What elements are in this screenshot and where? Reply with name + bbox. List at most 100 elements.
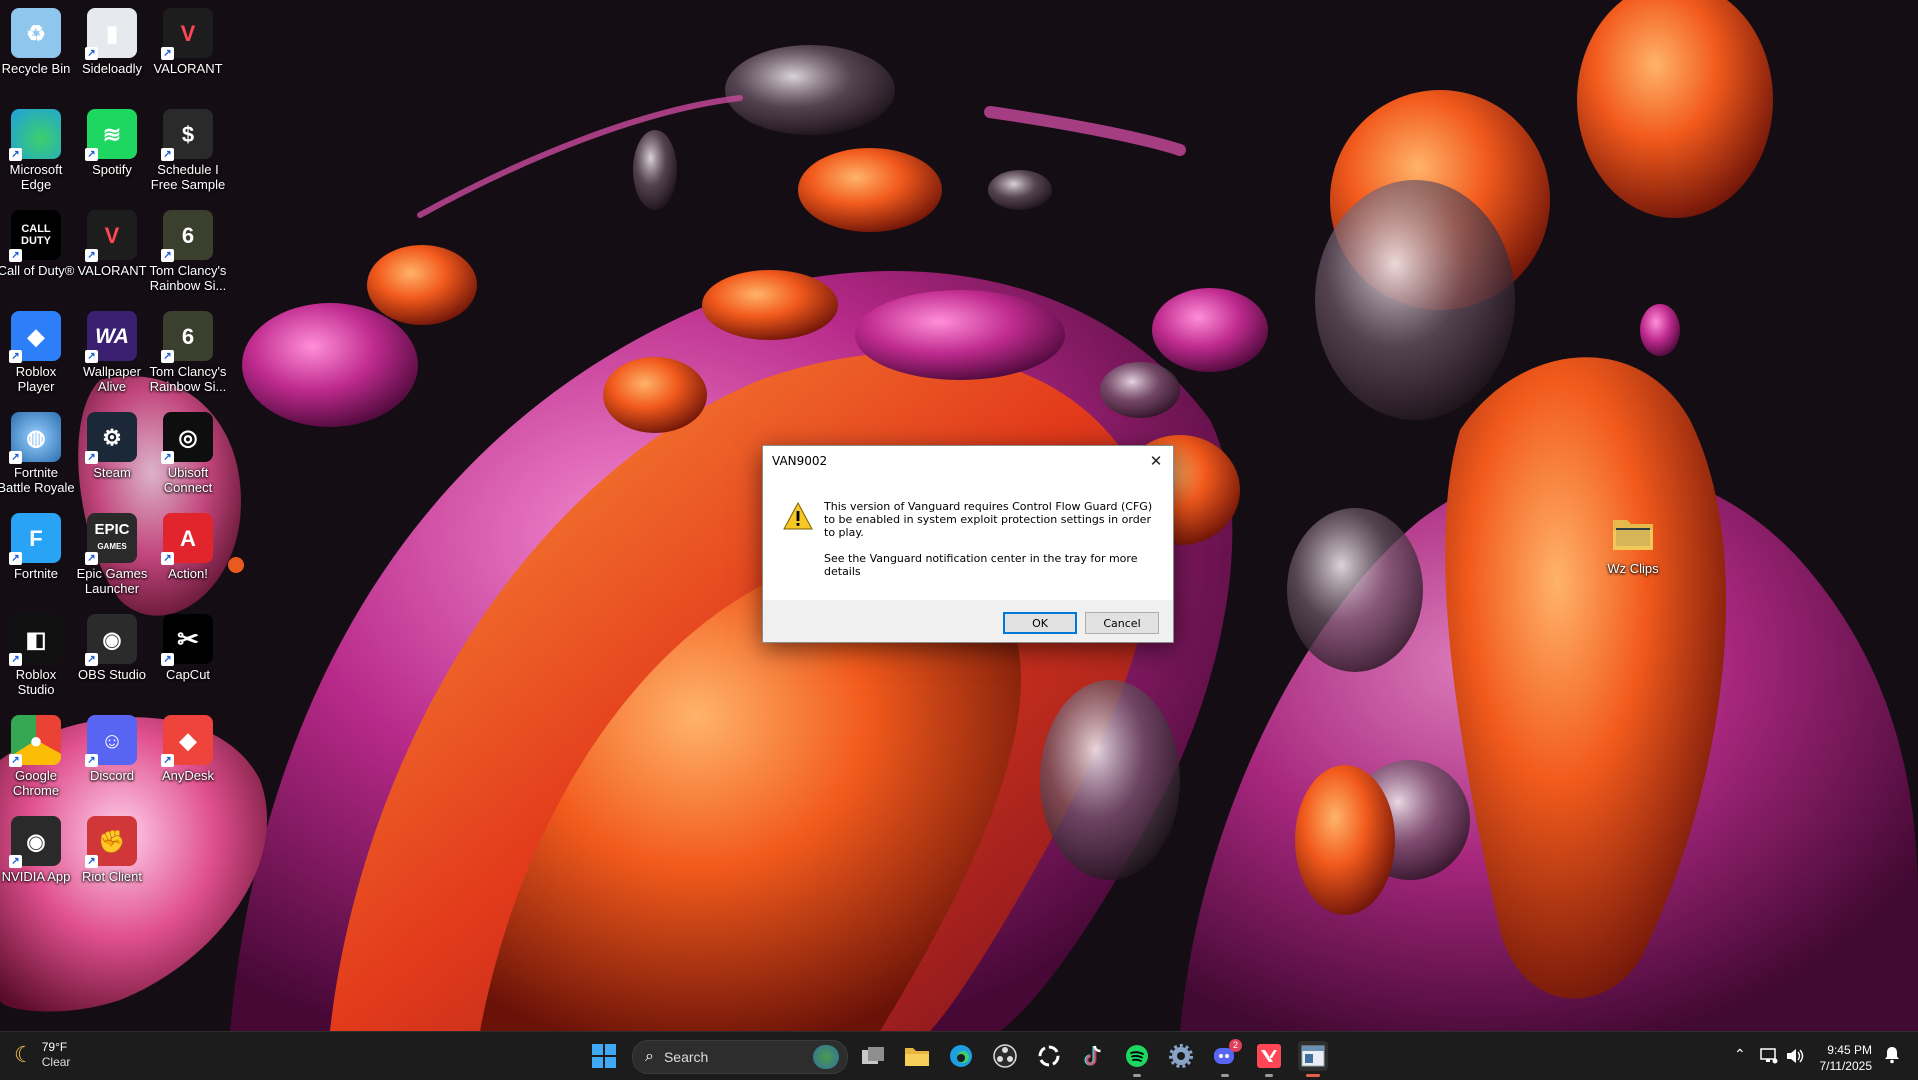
fortnite-br-icon: ◍ ↗ — [9, 412, 61, 464]
spotify-icon: ≋ ↗ — [85, 109, 137, 161]
shortcut-arrow-icon: ↗ — [85, 754, 98, 767]
desktop-icon-riot-client[interactable]: ✊ ↗ Riot Client — [73, 816, 151, 884]
task-view-icon — [862, 1047, 884, 1064]
sideloadly-icon: ▮ ↗ — [85, 8, 137, 60]
desktop-icon-schedule-i[interactable]: $ ↗ Schedule I Free Sample — [149, 109, 227, 192]
volume-icon[interactable] — [1786, 1048, 1804, 1064]
recycle-bin-icon: ♻ — [11, 8, 61, 58]
desktop-icon-call-of-duty[interactable]: CALL DUTY ↗ Call of Duty® — [0, 210, 75, 278]
taskbar-clock[interactable]: 9:45 PM 7/11/2025 — [1818, 1042, 1873, 1074]
taskbar-tiktok[interactable] — [1078, 1041, 1108, 1071]
folder-icon — [1608, 508, 1658, 558]
taskbar-discord[interactable]: 2 — [1210, 1039, 1242, 1077]
discord-icon: ☺ ↗ — [85, 715, 137, 767]
clock-date: 7/11/2025 — [1819, 1059, 1873, 1073]
shortcut-arrow-icon: ↗ — [161, 451, 174, 464]
notification-bell-icon[interactable] — [1884, 1046, 1900, 1064]
desktop-icon-capcut[interactable]: ✂ ↗ CapCut — [149, 614, 227, 682]
shortcut-arrow-icon: ↗ — [85, 350, 98, 363]
desktop-icon-rainbow-six[interactable]: 6 ↗ Tom Clancy's Rainbow Si... — [149, 210, 227, 293]
desktop-icon-roblox-studio[interactable]: ◧ ↗ Roblox Studio — [0, 614, 75, 697]
rainbow-six-icon: 6 ↗ — [161, 210, 213, 262]
desktop-icon-label: Ubisoft Connect — [163, 465, 213, 495]
shortcut-arrow-icon: ↗ — [161, 249, 174, 262]
shortcut-arrow-icon: ↗ — [9, 552, 22, 565]
active-indicator — [1306, 1074, 1320, 1077]
weather-condition: Clear — [41, 1055, 71, 1069]
taskbar-edge[interactable] — [946, 1041, 976, 1071]
desktop-icon-label: Tom Clancy's Rainbow Si... — [149, 263, 227, 293]
start-button[interactable] — [592, 1044, 616, 1068]
vanguard-error-dialog: VAN9002 ✕ This version of Vanguard requi… — [762, 445, 1174, 643]
gear-icon — [1169, 1044, 1193, 1068]
desktop-icon-obs[interactable]: ◉ ↗ OBS Studio — [73, 614, 151, 682]
taskbar-obs[interactable] — [990, 1041, 1020, 1071]
cancel-button[interactable]: Cancel — [1085, 612, 1159, 634]
weather-temperature: 79°F — [41, 1040, 68, 1054]
desktop-icon-label: Discord — [89, 768, 135, 783]
desktop-icon-anydesk[interactable]: ◆ ↗ AnyDesk — [149, 715, 227, 783]
ok-button[interactable]: OK — [1003, 612, 1077, 634]
edge-icon — [950, 1045, 972, 1067]
moon-icon: ☾ — [14, 1042, 34, 1067]
desktop-icon-label: VALORANT — [77, 263, 147, 278]
desktop-icon-sideloadly[interactable]: ▮ ↗ Sideloadly — [73, 8, 151, 76]
dialog-message-secondary: See the Vanguard notification center in … — [824, 552, 1138, 578]
desktop-icon-valorant[interactable]: V ↗ VALORANT — [73, 210, 151, 278]
desktop-icon-edge[interactable]: ↗ Microsoft Edge — [0, 109, 75, 192]
desktop-icon-steam[interactable]: ⚙ ↗ Steam — [73, 412, 151, 480]
desktop-icon-label: Roblox Player — [15, 364, 57, 394]
taskbar-file-explorer[interactable] — [902, 1041, 932, 1071]
desktop-icon-wallpaper-alive[interactable]: WA ↗ Wallpaper Alive — [73, 311, 151, 394]
desktop-icon-label: Action! — [168, 566, 208, 581]
call-of-duty-icon: CALL DUTY ↗ — [9, 210, 61, 262]
ubisoft-icon: ◎ ↗ — [161, 412, 213, 464]
desktop-icon-label: Steam — [93, 465, 131, 480]
desktop-icon-epic-games[interactable]: EPIC GAMES ↗ Epic Games Launcher — [73, 513, 151, 596]
wallpaper-alive-icon: WA ↗ — [85, 311, 137, 363]
nvidia-icon: ◉ ↗ — [9, 816, 61, 868]
chevron-up-icon[interactable]: ⌃ — [1734, 1046, 1746, 1063]
weather-widget[interactable]: ☾ 79°F Clear — [14, 1040, 70, 1070]
taskbar-settings[interactable] — [1166, 1041, 1196, 1071]
desktop-icon-label: Microsoft Edge — [9, 162, 63, 192]
desktop-icon-label: VALORANT — [153, 61, 223, 76]
desktop-icon-wz-clips[interactable]: Wz Clips — [1594, 508, 1672, 576]
shortcut-arrow-icon: ↗ — [85, 47, 98, 60]
desktop-icon-rainbow-six[interactable]: 6 ↗ Tom Clancy's Rainbow Si... — [149, 311, 227, 394]
shortcut-arrow-icon: ↗ — [85, 451, 98, 464]
dialog-button-row: OK Cancel — [995, 612, 1159, 634]
taskbar-spotify[interactable] — [1122, 1041, 1152, 1077]
desktop-icon-spotify[interactable]: ≋ ↗ Spotify — [73, 109, 151, 177]
edge-icon: ↗ — [9, 109, 61, 161]
desktop-icon-label: Google Chrome — [12, 768, 60, 798]
taskbar-valorant[interactable] — [1254, 1041, 1284, 1077]
desktop-icon-recycle-bin[interactable]: ♻ Recycle Bin — [0, 8, 75, 76]
dialog-title: VAN9002 — [772, 454, 828, 468]
steam-icon: ⚙ ↗ — [85, 412, 137, 464]
valorant-icon: V ↗ — [85, 210, 137, 262]
shortcut-arrow-icon: ↗ — [161, 552, 174, 565]
taskbar-task-view[interactable] — [858, 1041, 888, 1071]
desktop-icon-chrome[interactable]: ● ↗ Google Chrome — [0, 715, 75, 798]
desktop-icon-ubisoft[interactable]: ◎ ↗ Ubisoft Connect — [149, 412, 227, 495]
discord-notification-badge: 2 — [1229, 1039, 1242, 1052]
desktop-icon-roblox[interactable]: ◆ ↗ Roblox Player — [0, 311, 75, 394]
desktop-icon-valorant[interactable]: V ↗ VALORANT — [149, 8, 227, 76]
taskbar-search-box[interactable]: ⌕ Search — [632, 1040, 848, 1074]
network-icon[interactable] — [1760, 1048, 1778, 1064]
taskbar-focus-app[interactable] — [1034, 1041, 1064, 1071]
taskbar-vanguard-dialog[interactable] — [1298, 1041, 1328, 1077]
desktop-icon-fortnite[interactable]: F ↗ Fortnite — [0, 513, 75, 581]
dialog-titlebar[interactable]: VAN9002 ✕ — [763, 446, 1173, 476]
desktop-icon-fortnite-br[interactable]: ◍ ↗ Fortnite Battle Royale — [0, 412, 75, 495]
desktop-icon-label: Sideloadly — [82, 61, 142, 76]
desktop-icon-label: Call of Duty® — [0, 263, 75, 278]
desktop-icon-nvidia[interactable]: ◉ ↗ NVIDIA App — [0, 816, 75, 884]
desktop-icon-discord[interactable]: ☺ ↗ Discord — [73, 715, 151, 783]
dialog-message: This version of Vanguard requires Contro… — [824, 500, 1154, 591]
obs-icon: ◉ ↗ — [85, 614, 137, 666]
dialog-close-button[interactable]: ✕ — [1139, 446, 1173, 476]
shortcut-arrow-icon: ↗ — [161, 148, 174, 161]
desktop-icon-action[interactable]: A ↗ Action! — [149, 513, 227, 581]
